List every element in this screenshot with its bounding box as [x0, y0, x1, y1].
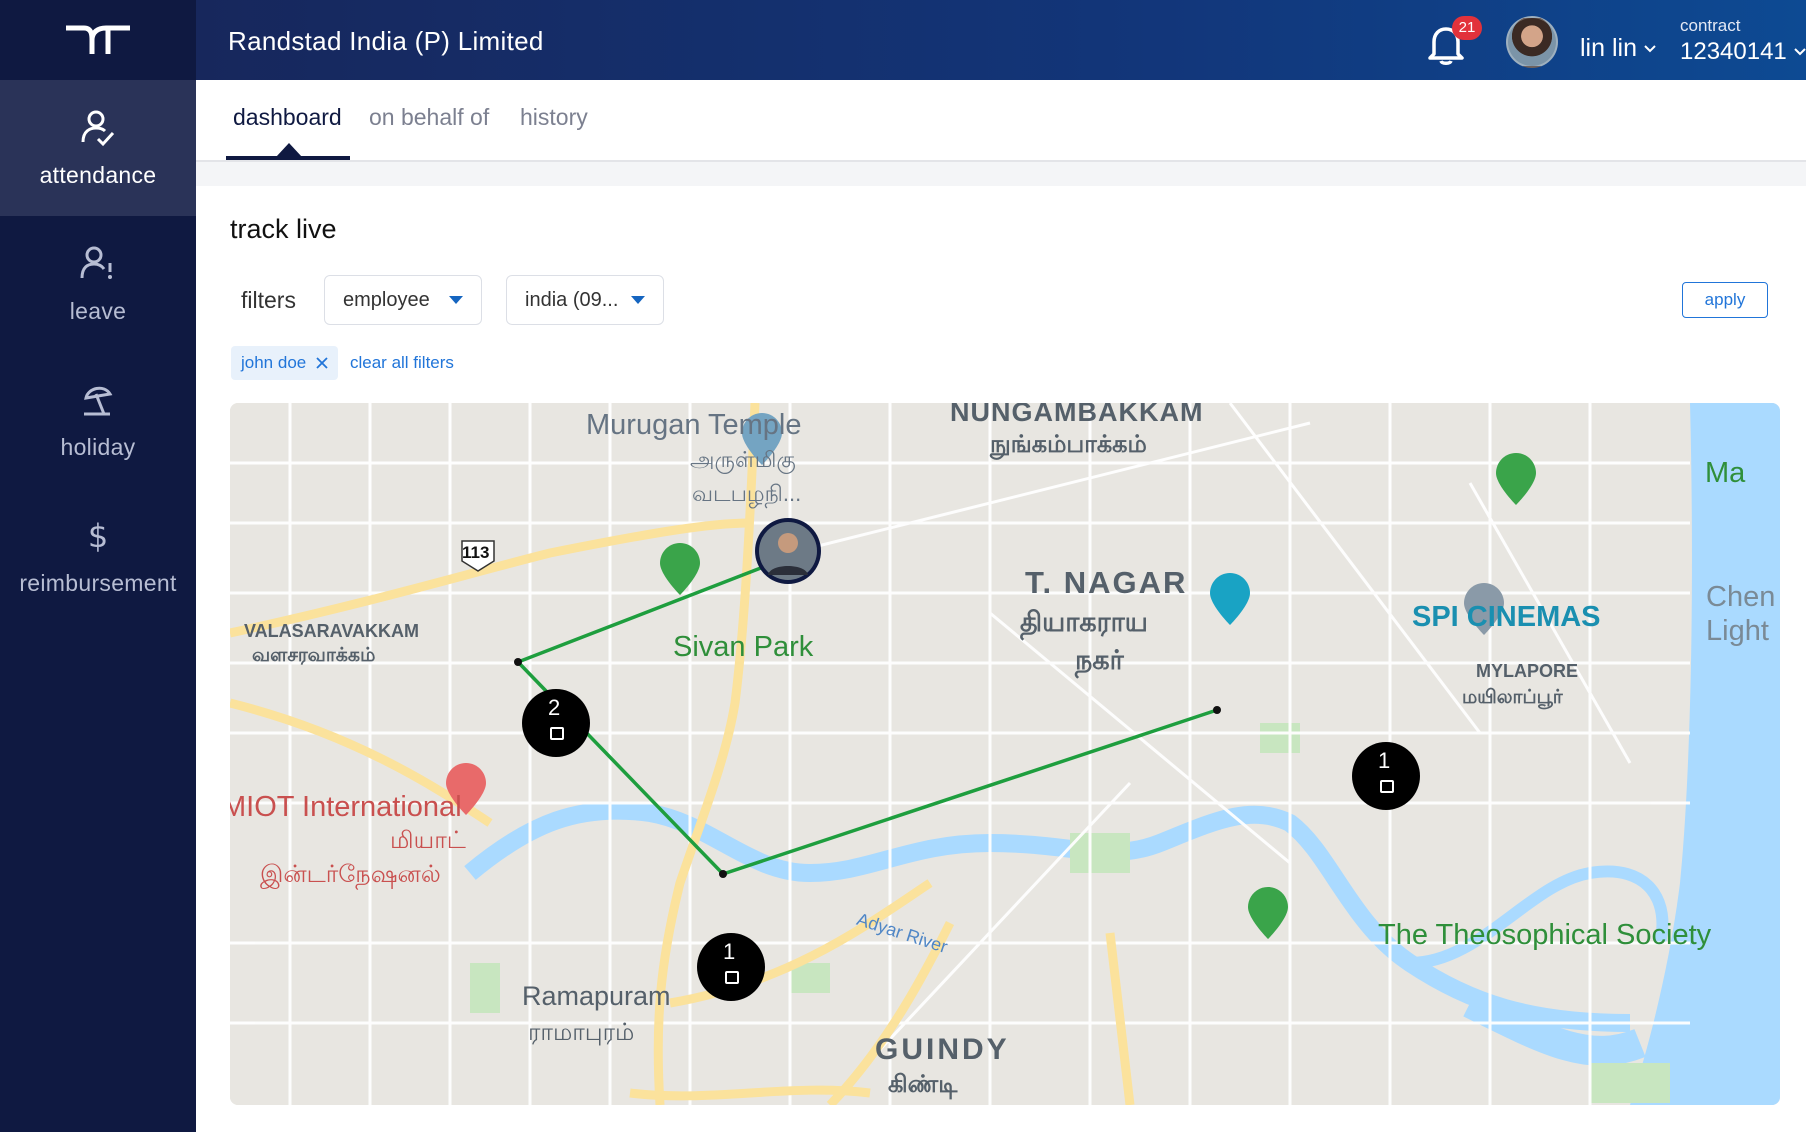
region-select[interactable]: india (09...	[506, 275, 664, 325]
marker-number: 1	[1378, 748, 1391, 773]
map-canvas	[230, 403, 1780, 1105]
sidebar-item-label: holiday	[60, 433, 136, 460]
sidebar-item-label: attendance	[39, 161, 157, 188]
sidebar-item-label: reimbursement	[19, 569, 177, 596]
area-label-guindy-ta: கிண்டி	[888, 1071, 958, 1098]
user-menu[interactable]: lin lin	[1580, 34, 1657, 63]
user-name: lin lin	[1580, 34, 1637, 62]
area-label-valasaravakkam-ta: வளசரவாக்கம்	[252, 645, 376, 666]
tab-on-behalf-of[interactable]: on behalf of	[369, 104, 489, 131]
check-in-icon	[550, 727, 564, 740]
clear-filters-link[interactable]: clear all filters	[350, 353, 454, 373]
poi-miot-hospital: MIOT International	[230, 791, 462, 823]
area-label-valasaravakkam: VALASARAVAKKAM	[244, 621, 419, 641]
close-icon[interactable]	[316, 357, 328, 369]
divider	[196, 162, 1806, 186]
area-label-guindy: GUINDY	[875, 1033, 1010, 1066]
employee-select[interactable]: employee	[324, 275, 482, 325]
poi-miot-hospital-ta1: மியாட்	[390, 827, 466, 854]
poi-chennai-lighthouse-2: Light	[1706, 615, 1769, 647]
check-out-icon	[725, 971, 739, 984]
employee-select-value: employee	[343, 288, 430, 311]
tab-history[interactable]: history	[520, 104, 588, 131]
apply-button[interactable]: apply	[1682, 282, 1768, 318]
caret-down-icon	[449, 296, 463, 304]
check-in-icon	[1380, 780, 1394, 793]
highway-number: 113	[462, 543, 490, 562]
holiday-icon	[78, 380, 118, 420]
region-select-value: india (09...	[525, 288, 619, 311]
poi-murugan-temple-ta2: வடபழநி...	[692, 481, 802, 506]
marker-number: 1	[723, 939, 736, 964]
sidebar-item-reimbursement[interactable]: $ reimbursement	[0, 488, 196, 624]
caret-down-icon	[631, 296, 645, 304]
sidebar-item-attendance[interactable]: attendance	[0, 80, 196, 216]
area-label-tnagar-ta1: தியாகராய	[1020, 607, 1148, 637]
filter-chip: john doe	[231, 346, 339, 380]
chevron-down-icon	[1794, 48, 1806, 56]
logo-icon	[66, 25, 130, 54]
area-label-tnagar-ta2: நகர்	[1075, 645, 1124, 675]
avatar[interactable]	[1506, 16, 1558, 68]
contract-number: 12340141	[1680, 38, 1787, 65]
area-label-ramapuram-ta: ராமாபுரம்	[528, 1019, 635, 1046]
notification-badge: 21	[1452, 16, 1482, 40]
sidebar: attendance leave holiday $ reimbursement	[0, 0, 196, 1132]
top-header: Randstad India (P) Limited 21 lin lin co…	[196, 0, 1806, 80]
filter-chip-label: john doe	[241, 353, 307, 372]
area-label-mylapore: MYLAPORE	[1476, 661, 1579, 681]
poi-chennai-lighthouse-1: Chen	[1706, 581, 1776, 613]
sidebar-item-holiday[interactable]: holiday	[0, 352, 196, 488]
area-label-nungambakkam-ta: நுங்கம்பாக்கம்	[990, 431, 1147, 458]
poi-sivan-park: Sivan Park	[673, 631, 814, 663]
contract-label: contract	[1680, 16, 1741, 35]
sidebar-item-leave[interactable]: leave	[0, 216, 196, 352]
chevron-down-icon	[1644, 44, 1656, 52]
area-label-nungambakkam: NUNGAMBAKKAM	[950, 403, 1204, 427]
dollar-icon: $	[87, 516, 109, 555]
randstad-logo[interactable]	[0, 0, 196, 80]
leave-icon	[78, 244, 118, 284]
marker-number: 2	[548, 695, 561, 720]
poi-ma: Ma	[1705, 457, 1746, 489]
company-name: Randstad India (P) Limited	[228, 26, 544, 56]
area-label-tnagar: T. NAGAR	[1025, 565, 1188, 600]
area-label-ramapuram: Ramapuram	[522, 981, 671, 1011]
poi-theosophical-society: The Theosophical Society	[1378, 919, 1712, 951]
poi-murugan-temple-ta1: அருள்மிகு	[690, 447, 796, 472]
page-title: track live	[230, 214, 337, 244]
active-tab-underline	[226, 156, 350, 160]
poi-spi-cinemas: SPI CINEMAS	[1412, 601, 1601, 633]
sidebar-item-label: leave	[69, 297, 127, 324]
live-map[interactable]: NUNGAMBAKKAM நுங்கம்பாக்கம் Murugan Temp…	[230, 403, 1780, 1105]
tab-dashboard[interactable]: dashboard	[233, 104, 342, 131]
attendance-icon	[78, 108, 118, 148]
poi-miot-hospital-ta2: இன்டர்நேஷனல்	[260, 861, 441, 888]
filters-label: filters	[241, 287, 296, 313]
poi-murugan-temple: Murugan Temple	[586, 409, 802, 441]
area-label-mylapore-ta: மயிலாப்பூர்	[1462, 687, 1563, 708]
contract-selector[interactable]: contract 12340141	[1680, 16, 1806, 66]
tab-bar: dashboard on behalf of history	[196, 80, 1806, 162]
active-tab-caret	[276, 143, 302, 157]
